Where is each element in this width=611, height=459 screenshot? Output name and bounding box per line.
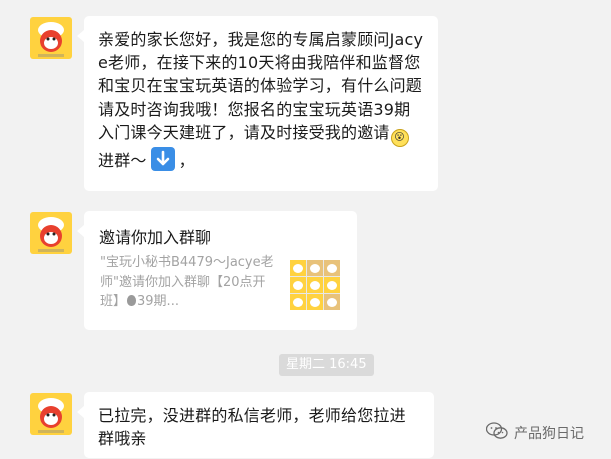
watermark: 产品狗日记 [485,422,584,444]
group-avatar-grid [290,260,340,310]
group-member-avatar [324,260,340,276]
message-text: 亲爱的家长您好，我是您的专属启蒙顾问Jacye老师，在接下来的10天将由我陪伴和… [98,30,424,142]
group-member-avatar [290,277,306,293]
avatar[interactable] [30,17,72,59]
message-bubble[interactable]: 已拉完，没进群的私信老师，老师给您拉进群哦亲 [77,392,434,458]
invite-description: "宝玩小秘书B4479～Jacye老师"邀请你加入群聊【20点开班】 39期... [100,255,274,309]
message-text: 进群～ [98,150,147,170]
message-bubble[interactable]: 亲爱的家长您好，我是您的专属启蒙顾问Jacye老师，在接下来的10天将由我陪伴和… [77,16,438,191]
wechat-icon [485,422,508,444]
message-text: ， [178,150,195,170]
surprised-emoji-icon: 😮 [390,128,409,147]
avatar[interactable] [30,393,72,435]
watermark-text: 产品狗日记 [514,426,584,442]
group-member-avatar [307,294,323,310]
group-member-avatar [307,277,323,293]
group-member-avatar [324,277,340,293]
group-invite-card[interactable]: 邀请你加入群聊 "宝玩小秘书B4479～Jacye老师"邀请你加入群聊【20点开… [77,211,357,330]
group-member-avatar [307,260,323,276]
apple-icon [127,295,137,306]
group-member-avatar [290,294,306,310]
group-member-avatar [290,260,306,276]
down-arrow-icon [150,146,175,171]
group-member-avatar [324,294,340,310]
invite-title: 邀请你加入群聊 [99,228,212,247]
message-text: 已拉完，没进群的私信老师，老师给您拉进群哦亲 [98,406,406,449]
avatar[interactable] [30,212,72,254]
timestamp: 星期二 16:45 [279,354,374,376]
